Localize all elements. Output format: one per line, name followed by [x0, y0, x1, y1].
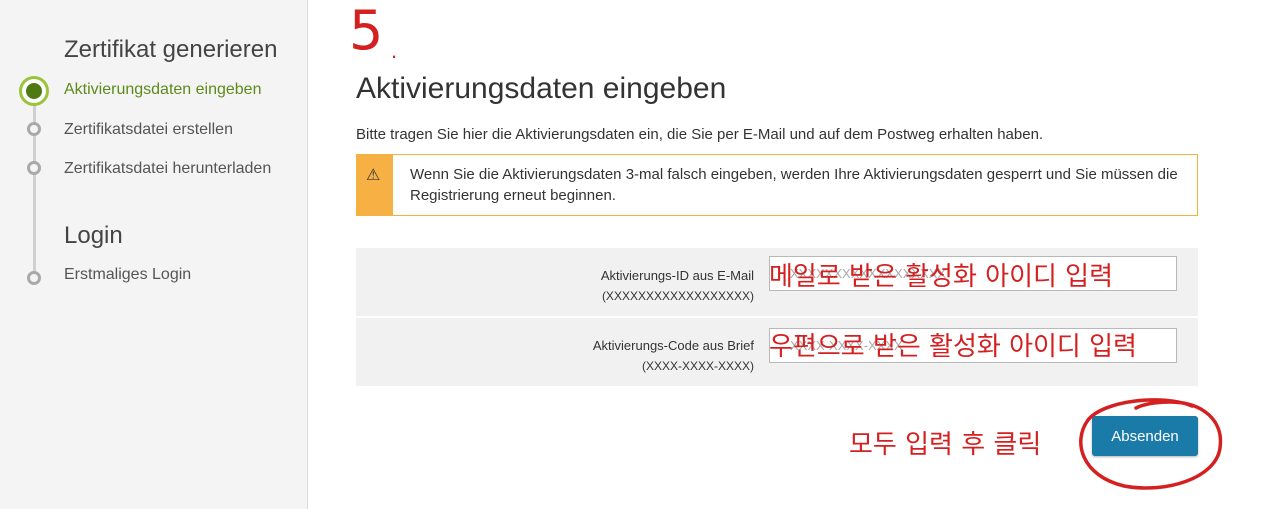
annotation-submit-note: 모두 입력 후 클릭	[849, 430, 1042, 460]
step-aktivierungsdaten[interactable]: Aktivierungsdaten eingeben	[64, 81, 261, 99]
activation-code-input[interactable]	[769, 328, 1177, 363]
main-content: 5 . Aktivierungsdaten eingeben Bitte tra…	[309, 0, 1279, 509]
activation-id-hint: (XXXXXXXXXXXXXXXXXX)	[601, 289, 754, 303]
annotation-step-number: 5	[349, 0, 384, 62]
progress-line	[33, 92, 36, 278]
step-dot-icon	[27, 122, 41, 136]
activation-code-row: Aktivierungs-Code aus Brief (XXXX-XXXX-X…	[356, 318, 1198, 386]
activation-id-label-text: Aktivierungs-ID aus E-Mail	[600, 268, 754, 283]
sidebar: Zertifikat generieren Aktivierungsdaten …	[0, 0, 308, 509]
submit-button[interactable]: Absenden	[1092, 416, 1198, 456]
activation-code-hint: (XXXX-XXXX-XXXX)	[641, 359, 754, 373]
section-title-login: Login	[64, 222, 123, 249]
warning-text: Wenn Sie die Aktivierungsdaten 3-mal fal…	[410, 166, 1178, 204]
annotation-step-dot: .	[391, 38, 398, 63]
intro-text: Bitte tragen Sie hier die Aktivierungsda…	[356, 126, 1044, 143]
activation-id-label: Aktivierungs-ID aus E-Mail (XXXXXXXXXXXX…	[601, 265, 754, 307]
section-title-zertifikat: Zertifikat generieren	[64, 36, 278, 63]
step-zertifikatsdatei-erstellen[interactable]: Zertifikatsdatei erstellen	[64, 121, 233, 139]
step-dot-icon-active	[19, 76, 49, 106]
activation-code-label-text: Aktivierungs-Code aus Brief	[592, 338, 754, 353]
page-title: Aktivierungsdaten eingeben	[356, 72, 727, 105]
step-dot-icon	[27, 271, 41, 285]
warning-box: ⚠ Wenn Sie die Aktivierungsdaten 3-mal f…	[356, 154, 1198, 216]
step-dot-icon	[27, 161, 41, 175]
step-zertifikatsdatei-herunterladen[interactable]: Zertifikatsdatei herunterladen	[64, 160, 271, 178]
activation-id-input[interactable]	[769, 256, 1177, 291]
warning-icon: ⚠	[366, 167, 381, 184]
step-erstmaliges-login[interactable]: Erstmaliges Login	[64, 266, 191, 284]
activation-id-row: Aktivierungs-ID aus E-Mail (XXXXXXXXXXXX…	[356, 248, 1198, 316]
warning-icon-box: ⚠	[357, 155, 393, 215]
activation-code-label: Aktivierungs-Code aus Brief (XXXX-XXXX-X…	[593, 335, 754, 377]
